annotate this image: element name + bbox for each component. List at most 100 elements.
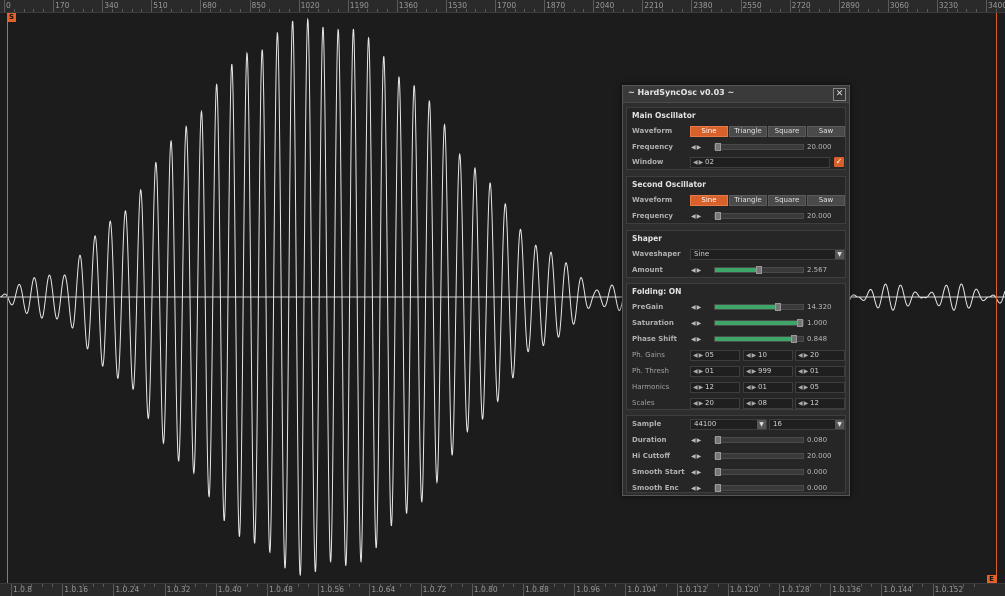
top-ruler-label: 2380 — [693, 1, 713, 10]
bottom-ruler-label: 1.0.80 — [473, 585, 498, 594]
main-waveform-square-button[interactable]: Square — [768, 126, 806, 137]
ph-thresh-arrows-3[interactable]: ◀▶ — [798, 367, 809, 376]
harmonics-arrows-1[interactable]: ◀▶ — [693, 383, 704, 392]
bottom-ruler-minor-tick — [410, 584, 412, 587]
phase-shift-arrows[interactable]: ◀▶ — [691, 334, 711, 345]
bottom-ruler-minor-tick — [307, 584, 309, 587]
chevron-down-icon[interactable]: ▼ — [835, 250, 844, 259]
start-marker-flag[interactable]: S — [7, 13, 16, 22]
main-frequency-label: Frequency — [632, 143, 673, 151]
top-ruler-minor-tick — [13, 9, 15, 12]
main-waveform-sine-button[interactable]: Sine — [690, 126, 728, 137]
main-waveform-saw-button[interactable]: Saw — [807, 126, 845, 137]
top-ruler-minor-tick — [730, 9, 732, 12]
top-ruler-tick — [838, 0, 840, 12]
ph-thresh-arrows-2[interactable]: ◀▶ — [746, 367, 757, 376]
second-frequency-slider[interactable] — [714, 212, 804, 220]
ph-thresh-field-1[interactable]: ◀▶ 01 — [690, 366, 740, 377]
second-waveform-saw-button[interactable]: Saw — [807, 195, 845, 206]
harmonics-arrows-2[interactable]: ◀▶ — [746, 383, 757, 392]
smooth-end-arrows[interactable]: ◀▶ — [691, 483, 711, 494]
hi-cutoff-value: 20.000 — [807, 452, 832, 460]
saturation-slider[interactable] — [714, 319, 804, 327]
harmonics-field-2[interactable]: ◀▶ 01 — [743, 382, 793, 393]
ph-gains-field-3[interactable]: ◀▶ 20 — [795, 350, 845, 361]
ph-gains-arrows-1[interactable]: ◀▶ — [693, 351, 704, 360]
ph-gains-arrows-2[interactable]: ◀▶ — [746, 351, 757, 360]
duration-arrows[interactable]: ◀▶ — [691, 435, 711, 446]
waveform-view[interactable] — [0, 13, 1005, 583]
duration-slider[interactable] — [714, 436, 804, 444]
bottom-ruler-label: 1.0.8 — [13, 585, 33, 594]
window-arrows[interactable]: ◀▶ — [693, 158, 704, 167]
top-ruler-label: 3230 — [938, 1, 958, 10]
top-ruler-minor-tick — [720, 9, 722, 12]
bottom-ruler-minor-tick — [205, 584, 207, 587]
pregain-arrows[interactable]: ◀▶ — [691, 302, 711, 313]
main-window-field[interactable]: ◀▶ 02 — [690, 157, 830, 168]
top-ruler-tick — [789, 0, 791, 12]
shaper-section: Shaper Waveshaper Sine ▼ Amount ◀▶ 2.567 — [626, 230, 846, 278]
scales-field-1[interactable]: ◀▶ 20 — [690, 398, 740, 409]
main-frequency-slider[interactable] — [714, 143, 804, 151]
phase-shift-slider[interactable] — [714, 335, 804, 343]
second-waveform-sine-button[interactable]: Sine — [690, 195, 728, 206]
ph-thresh-field-3[interactable]: ◀▶ 01 — [795, 366, 845, 377]
close-button[interactable]: ✕ — [833, 88, 846, 101]
harmonics-field-1[interactable]: ◀▶ 12 — [690, 382, 740, 393]
bit-depth-dropdown[interactable]: 16 ▼ — [769, 419, 845, 430]
sample-rate-dropdown[interactable]: 44100 ▼ — [690, 419, 767, 430]
ph-gains-field-2[interactable]: ◀▶ 10 — [743, 350, 793, 361]
main-frequency-arrows[interactable]: ◀▶ — [691, 142, 711, 153]
waveshaper-dropdown[interactable]: Sine ▼ — [690, 249, 845, 260]
smooth-end-label: Smooth Enc — [632, 484, 679, 492]
ph-thresh-arrows-1[interactable]: ◀▶ — [693, 367, 704, 376]
top-ruler-minor-tick — [269, 9, 271, 12]
top-ruler-tick — [396, 0, 398, 12]
top-ruler-minor-tick — [475, 9, 477, 12]
top-ruler-minor-tick — [278, 9, 280, 12]
chevron-down-icon[interactable]: ▼ — [835, 420, 844, 429]
amount-arrows[interactable]: ◀▶ — [691, 265, 711, 276]
amount-row: Amount ◀▶ 2.567 — [627, 264, 845, 278]
start-marker-line[interactable] — [7, 13, 8, 583]
harmonics-field-3[interactable]: ◀▶ 05 — [795, 382, 845, 393]
top-ruler-tick — [53, 0, 55, 12]
ph-gains-arrows-3[interactable]: ◀▶ — [798, 351, 809, 360]
hi-cutoff-arrows[interactable]: ◀▶ — [691, 451, 711, 462]
second-frequency-arrows[interactable]: ◀▶ — [691, 211, 711, 222]
smooth-end-row: Smooth Enc ◀▶ 0.000 — [627, 482, 845, 496]
top-ruler-minor-tick — [170, 9, 172, 12]
main-waveform-triangle-button[interactable]: Triangle — [729, 126, 767, 137]
scales-arrows-2[interactable]: ◀▶ — [746, 399, 757, 408]
bottom-ruler-minor-tick — [297, 584, 299, 587]
second-waveform-triangle-button[interactable]: Triangle — [729, 195, 767, 206]
saturation-row: Saturation ◀▶ 1.000 — [627, 317, 845, 331]
panel-title-bar[interactable]: ~ HardSyncOsc v0.03 ~ ✕ — [623, 86, 849, 103]
scales-arrows-3[interactable]: ◀▶ — [798, 399, 809, 408]
scales-field-2[interactable]: ◀▶ 08 — [743, 398, 793, 409]
bottom-ruler-tick — [113, 584, 115, 596]
window-checkbox[interactable]: ✓ — [834, 157, 844, 167]
hi-cutoff-slider[interactable] — [714, 452, 804, 460]
ph-thresh-field-2[interactable]: ◀▶ 999 — [743, 366, 793, 377]
smooth-start-slider[interactable] — [714, 468, 804, 476]
top-ruler-tick — [347, 0, 349, 12]
amount-slider[interactable] — [714, 266, 804, 274]
top-ruler[interactable]: 0 170 340 510 680 850 1020 1190 1360 1530 1700 1870… — [0, 0, 1005, 13]
scales-arrows-1[interactable]: ◀▶ — [693, 399, 704, 408]
top-ruler-label: 510 — [153, 1, 168, 10]
pregain-slider[interactable] — [714, 303, 804, 311]
end-marker-line[interactable] — [996, 13, 997, 583]
chevron-down-icon[interactable]: ▼ — [757, 420, 766, 429]
smooth-start-arrows[interactable]: ◀▶ — [691, 467, 711, 478]
harmonics-arrows-3[interactable]: ◀▶ — [798, 383, 809, 392]
saturation-arrows[interactable]: ◀▶ — [691, 318, 711, 329]
scales-field-3[interactable]: ◀▶ 12 — [795, 398, 845, 409]
smooth-end-slider[interactable] — [714, 484, 804, 492]
bottom-ruler[interactable]: 1.0.8 1.0.16 1.0.24 1.0.32 1.0.40 1.0.48 1.0.5… — [0, 583, 1005, 596]
folding-title[interactable]: Folding: ON — [632, 287, 681, 296]
second-waveform-square-button[interactable]: Square — [768, 195, 806, 206]
top-ruler-label: 3400 — [988, 1, 1005, 10]
ph-gains-field-1[interactable]: ◀▶ 05 — [690, 350, 740, 361]
